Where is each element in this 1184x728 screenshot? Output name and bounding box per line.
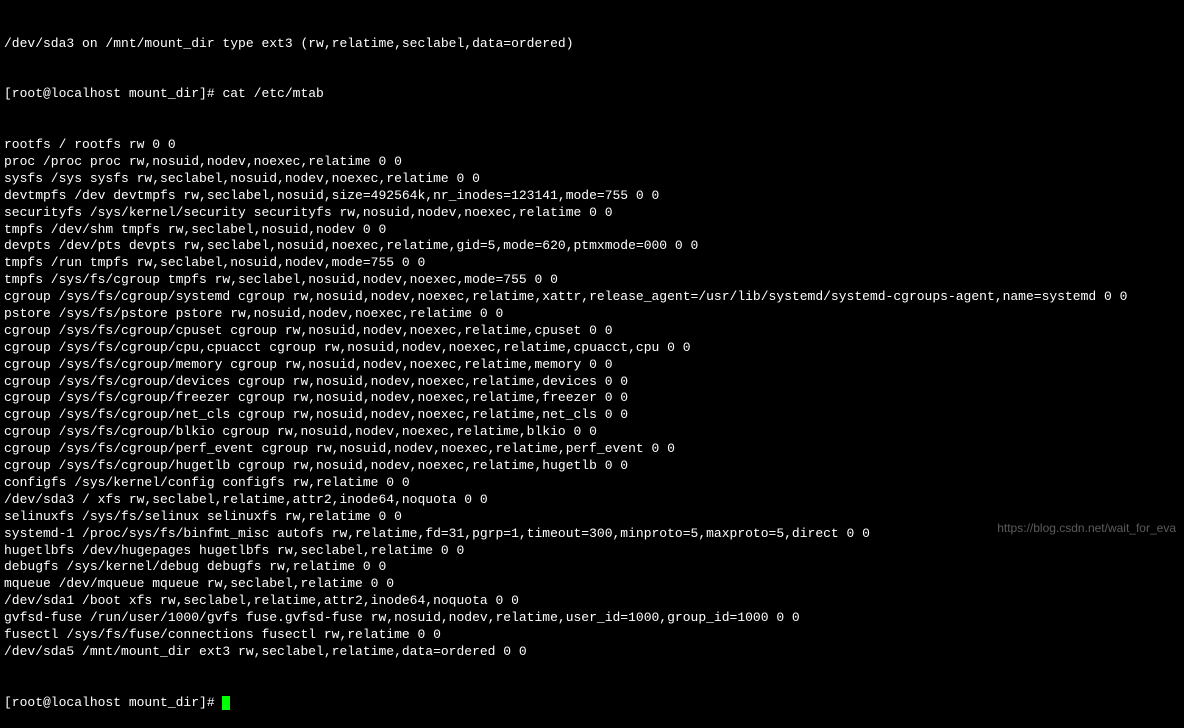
output-line: proc /proc proc rw,nosuid,nodev,noexec,r… (4, 154, 1180, 171)
output-line: cgroup /sys/fs/cgroup/hugetlb cgroup rw,… (4, 458, 1180, 475)
output-line: sysfs /sys sysfs rw,seclabel,nosuid,node… (4, 171, 1180, 188)
output-line: /dev/sda3 / xfs rw,seclabel,relatime,att… (4, 492, 1180, 509)
output-line: securityfs /sys/kernel/security security… (4, 205, 1180, 222)
output-line: /dev/sda5 /mnt/mount_dir ext3 rw,seclabe… (4, 644, 1180, 661)
output-line: pstore /sys/fs/pstore pstore rw,nosuid,n… (4, 306, 1180, 323)
output-line: cgroup /sys/fs/cgroup/freezer cgroup rw,… (4, 390, 1180, 407)
output-line: cgroup /sys/fs/cgroup/net_cls cgroup rw,… (4, 407, 1180, 424)
output-line: devpts /dev/pts devpts rw,seclabel,nosui… (4, 238, 1180, 255)
output-line: rootfs / rootfs rw 0 0 (4, 137, 1180, 154)
output-line: cgroup /sys/fs/cgroup/perf_event cgroup … (4, 441, 1180, 458)
output-line: /dev/sda1 /boot xfs rw,seclabel,relatime… (4, 593, 1180, 610)
watermark-text: https://blog.csdn.net/wait_for_eva (997, 521, 1176, 537)
output-line: gvfsd-fuse /run/user/1000/gvfs fuse.gvfs… (4, 610, 1180, 627)
output-line: hugetlbfs /dev/hugepages hugetlbfs rw,se… (4, 543, 1180, 560)
output-line: cgroup /sys/fs/cgroup/memory cgroup rw,n… (4, 357, 1180, 374)
output-line: cgroup /sys/fs/cgroup/systemd cgroup rw,… (4, 289, 1180, 306)
output-line: cgroup /sys/fs/cgroup/devices cgroup rw,… (4, 374, 1180, 391)
output-line: configfs /sys/kernel/config configfs rw,… (4, 475, 1180, 492)
cursor-icon (222, 696, 230, 710)
partial-line-top: /dev/sda3 on /mnt/mount_dir type ext3 (r… (4, 36, 1180, 53)
terminal-window[interactable]: /dev/sda3 on /mnt/mount_dir type ext3 (r… (4, 2, 1180, 728)
output-line: cgroup /sys/fs/cgroup/blkio cgroup rw,no… (4, 424, 1180, 441)
output-line: tmpfs /dev/shm tmpfs rw,seclabel,nosuid,… (4, 222, 1180, 239)
output-line: mqueue /dev/mqueue mqueue rw,seclabel,re… (4, 576, 1180, 593)
output-line: tmpfs /run tmpfs rw,seclabel,nosuid,node… (4, 255, 1180, 272)
output-line: tmpfs /sys/fs/cgroup tmpfs rw,seclabel,n… (4, 272, 1180, 289)
shell-prompt: [root@localhost mount_dir]# (4, 695, 222, 710)
command-output: rootfs / rootfs rw 0 0proc /proc proc rw… (4, 137, 1180, 661)
command-text: cat /etc/mtab (222, 86, 323, 101)
output-line: debugfs /sys/kernel/debug debugfs rw,rel… (4, 559, 1180, 576)
command-line-1: [root@localhost mount_dir]# cat /etc/mta… (4, 86, 1180, 103)
command-line-2[interactable]: [root@localhost mount_dir]# (4, 695, 1180, 712)
shell-prompt: [root@localhost mount_dir]# (4, 86, 222, 101)
output-line: cgroup /sys/fs/cgroup/cpuset cgroup rw,n… (4, 323, 1180, 340)
output-line: devtmpfs /dev devtmpfs rw,seclabel,nosui… (4, 188, 1180, 205)
output-line: cgroup /sys/fs/cgroup/cpu,cpuacct cgroup… (4, 340, 1180, 357)
output-line: fusectl /sys/fs/fuse/connections fusectl… (4, 627, 1180, 644)
